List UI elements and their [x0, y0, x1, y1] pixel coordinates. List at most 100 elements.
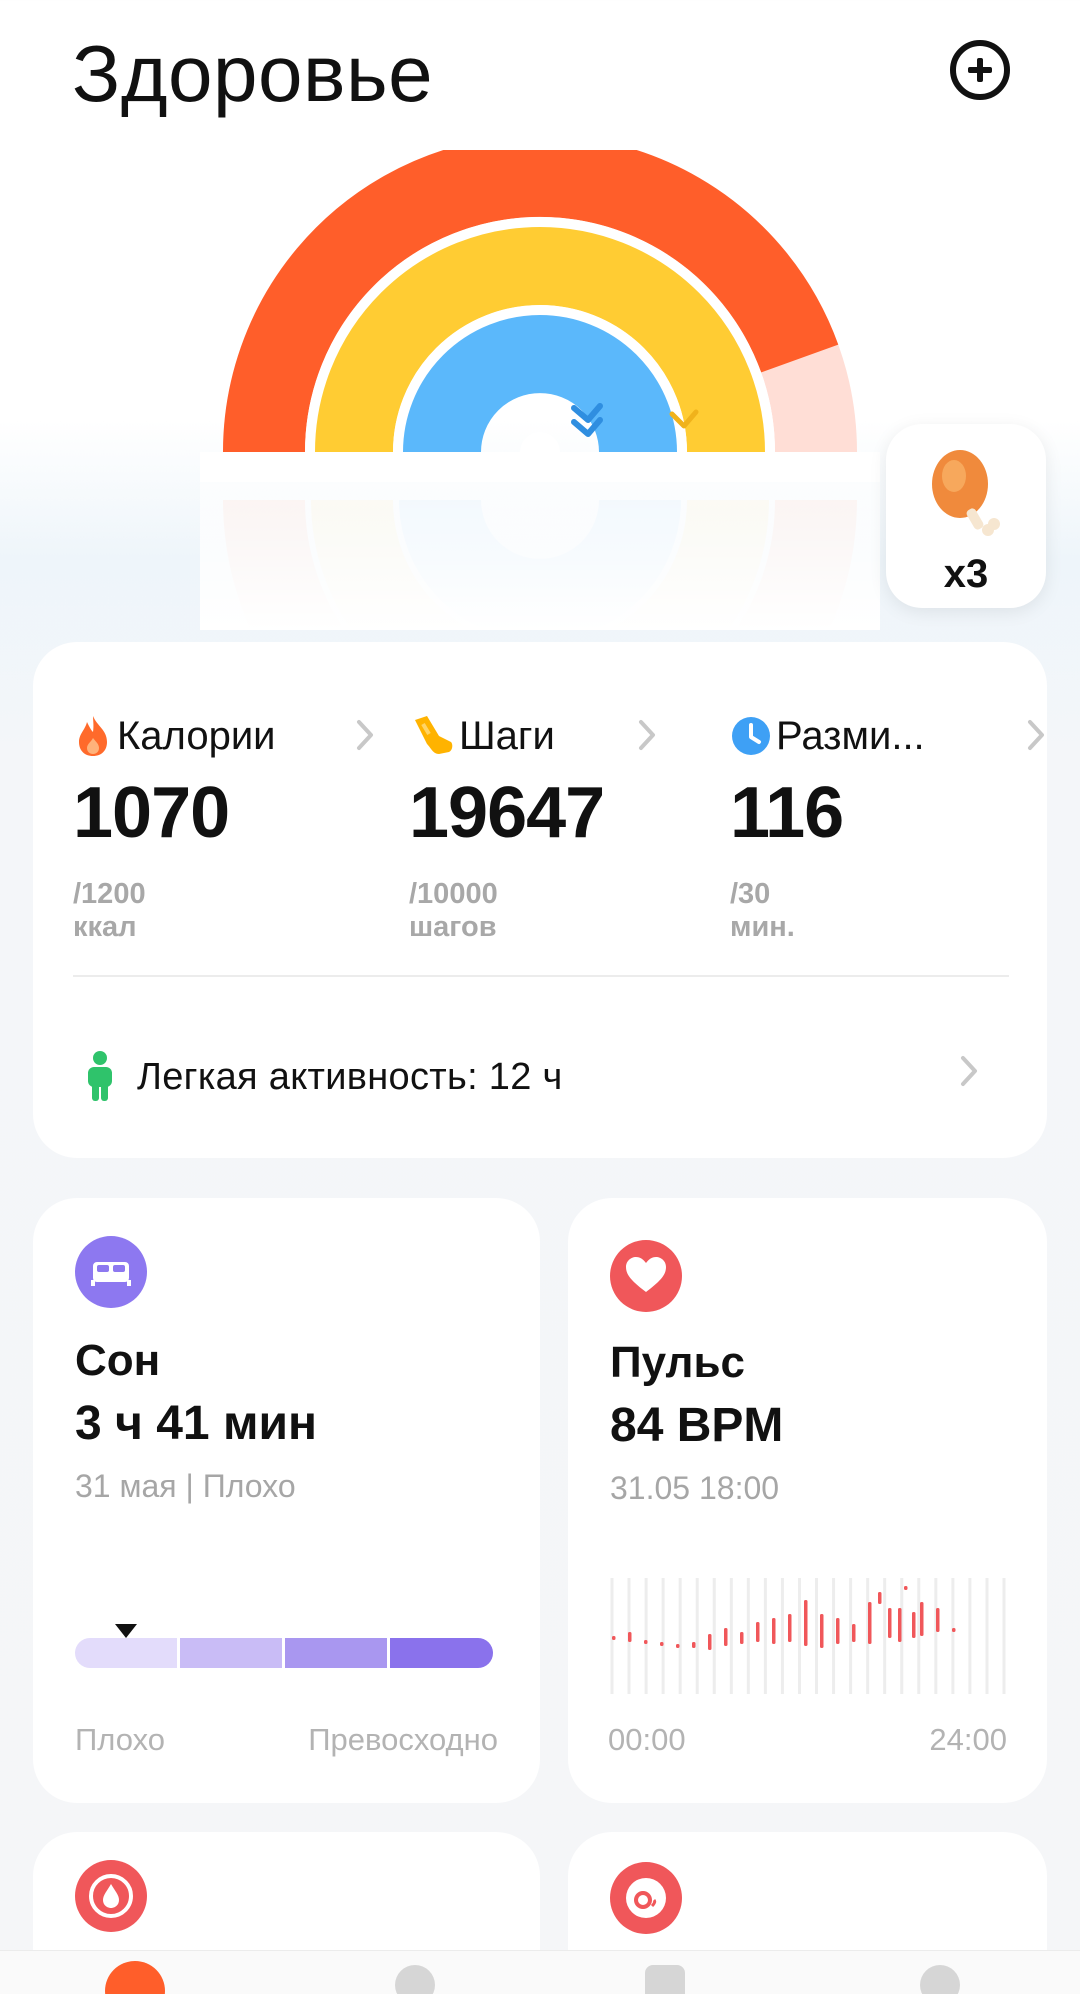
- sleep-card[interactable]: Сон 3 ч 41 мин 31 мая | Плохо Плохо Прев…: [33, 1198, 540, 1803]
- pulse-bar: [708, 1634, 712, 1650]
- sleep-quality-marker: [115, 1624, 137, 1638]
- page-title: Здоровье: [72, 29, 434, 118]
- pulse-axis-end: 24:00: [929, 1722, 1007, 1757]
- pulse-grid-line: [610, 1578, 614, 1694]
- pulse-grid-line: [815, 1578, 819, 1694]
- pulse-bar: [788, 1614, 792, 1642]
- pulse-bar: [612, 1636, 616, 1640]
- pulse-grid-line: [729, 1578, 733, 1694]
- bottom-navigation: [0, 1950, 1080, 1994]
- person-icon: [88, 1051, 112, 1101]
- clock-icon: [732, 717, 770, 755]
- pulse-bar: [920, 1602, 924, 1636]
- nav-workout-icon[interactable]: [395, 1965, 435, 1994]
- chicken-leg-icon: [932, 450, 1000, 536]
- sleep-title: Сон: [75, 1336, 161, 1385]
- pulse-bar: [936, 1608, 940, 1632]
- pulse-grid-line: [746, 1578, 750, 1694]
- steps-goal: /10000 шагов: [409, 878, 498, 943]
- pulse-grid-line: [763, 1578, 767, 1694]
- add-circle-icon[interactable]: [950, 40, 1010, 100]
- nav-profile-icon[interactable]: [920, 1965, 960, 1994]
- sleep-scale-max: Превосходно: [308, 1722, 498, 1757]
- pulse-bar: [904, 1586, 908, 1590]
- pulse-bar: [820, 1614, 824, 1648]
- reward-count: x3: [943, 552, 989, 596]
- shoe-icon: [415, 716, 453, 754]
- pulse-bar: [804, 1600, 808, 1646]
- pulse-grid-line: [678, 1578, 682, 1694]
- pulse-bar: [756, 1622, 760, 1642]
- pulse-grid-line: [712, 1578, 716, 1694]
- divider: [73, 975, 1009, 977]
- sleep-subtitle: 31 мая | Плохо: [75, 1468, 296, 1504]
- sleep-scale-segment: [180, 1638, 282, 1668]
- calories-goal: /1200 ккал: [73, 878, 146, 943]
- light-activity-row[interactable]: Легкая активность: 12 ч: [83, 1042, 563, 1112]
- flame-icon: [79, 716, 107, 756]
- chevron-right-icon: [961, 1056, 977, 1086]
- calories-value: 1070: [73, 773, 230, 853]
- pulse-axis-start: 00:00: [608, 1722, 686, 1757]
- pulse-title: Пульс: [610, 1338, 745, 1387]
- sleep-scale-min: Плохо: [75, 1722, 166, 1757]
- pulse-bar: [836, 1618, 840, 1644]
- oxygen-icon: [610, 1862, 682, 1934]
- chevron-right-icon: [639, 720, 655, 750]
- pulse-value: 84 BPM: [610, 1399, 784, 1452]
- pulse-grid-line: [968, 1578, 972, 1694]
- activity-summary-card[interactable]: Калории 1070 /1200 ккал Шаги 19647 /1000…: [33, 642, 1047, 1158]
- pulse-card[interactable]: Пульс 84 BPM 31.05 18:00 00:00 24:00: [568, 1198, 1047, 1803]
- steps-label: Шаги: [459, 713, 555, 758]
- pulse-bar: [644, 1640, 648, 1644]
- pulse-bar: [888, 1608, 892, 1638]
- pulse-grid-line: [917, 1578, 921, 1694]
- calories-label: Калории: [117, 713, 276, 758]
- pulse-bar: [952, 1628, 956, 1632]
- pulse-bar: [852, 1624, 856, 1642]
- pulse-grid-line: [1002, 1578, 1006, 1694]
- pulse-grid-line: [695, 1578, 699, 1694]
- pulse-bar: [912, 1612, 916, 1638]
- steps-value: 19647: [409, 773, 605, 853]
- pulse-bar: [878, 1592, 882, 1604]
- pulse-grid-line: [661, 1578, 665, 1694]
- pulse-grid-line: [797, 1578, 801, 1694]
- pulse-bar: [868, 1602, 872, 1644]
- chevron-right-icon: [1028, 720, 1044, 750]
- pulse-bar: [772, 1618, 776, 1644]
- pulse-bar: [898, 1608, 902, 1642]
- pulse-bar: [692, 1642, 696, 1648]
- minutes-value: 116: [730, 773, 844, 853]
- pulse-grid-line: [849, 1578, 853, 1694]
- pulse-chart: [610, 1578, 1006, 1694]
- sleep-scale-segment: [390, 1638, 493, 1668]
- sleep-scale-segment: [285, 1638, 387, 1668]
- minutes-goal: /30 мин.: [730, 878, 795, 943]
- pulse-grid-line: [832, 1578, 836, 1694]
- pulse-bar: [676, 1644, 680, 1648]
- pulse-grid-line: [951, 1578, 955, 1694]
- heart-icon: [610, 1240, 682, 1312]
- pulse-grid-line: [934, 1578, 938, 1694]
- pulse-bar: [740, 1632, 744, 1644]
- pulse-bar: [724, 1628, 728, 1646]
- pulse-grid-line: [883, 1578, 887, 1694]
- pulse-bar: [660, 1642, 664, 1646]
- sleep-quality-scale: [75, 1638, 493, 1668]
- pulse-bar: [628, 1632, 632, 1642]
- sleep-value: 3 ч 41 мин: [75, 1397, 317, 1450]
- bed-icon: [75, 1236, 147, 1308]
- pulse-grid-line: [644, 1578, 648, 1694]
- pulse-grid-line: [780, 1578, 784, 1694]
- blood-drop-icon: [75, 1860, 147, 1932]
- nav-health-icon[interactable]: [105, 1961, 165, 1994]
- minutes-label: Разми...: [776, 713, 925, 758]
- reward-card[interactable]: x3: [886, 424, 1046, 608]
- pulse-subtitle: 31.05 18:00: [610, 1470, 780, 1506]
- nav-device-icon[interactable]: [645, 1965, 685, 1994]
- sleep-scale-segment: [75, 1638, 177, 1668]
- chevron-right-icon: [357, 720, 373, 750]
- pulse-grid-line: [985, 1578, 989, 1694]
- light-activity-text: Легкая активность: 12 ч: [137, 1055, 563, 1098]
